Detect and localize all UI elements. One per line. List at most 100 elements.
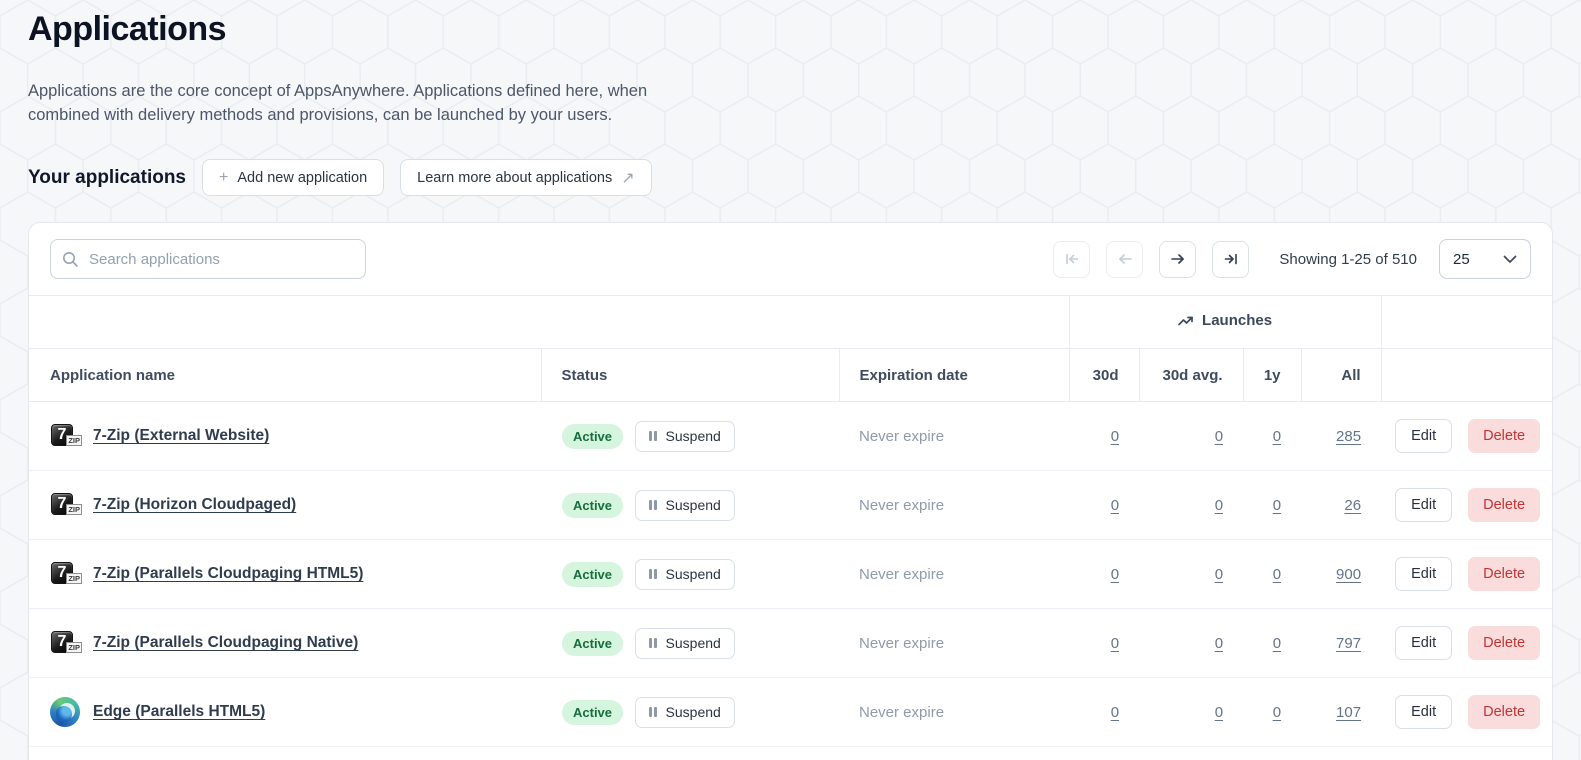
column-1y: 1y [1243, 349, 1301, 402]
column-expiration-date: Expiration date [839, 349, 1069, 402]
add-new-application-label: Add new application [237, 170, 367, 186]
delete-button[interactable]: Delete [1468, 695, 1540, 729]
application-name-link[interactable]: Edge (Parallels HTML5) [93, 703, 265, 721]
applications-table: Launches Application name Status Expirat… [29, 295, 1553, 760]
launches-30d-avg-link[interactable]: 0 [1215, 497, 1223, 514]
launches-30d-link[interactable]: 0 [1111, 566, 1119, 583]
suspend-button[interactable]: Suspend [635, 559, 735, 590]
chevron-down-icon [1503, 255, 1517, 264]
last-page-icon [1223, 251, 1239, 267]
page-size-value: 25 [1453, 251, 1470, 268]
status-badge: Active [562, 493, 623, 518]
next-page-button[interactable] [1159, 241, 1196, 278]
launches-1y-link[interactable]: 0 [1273, 428, 1281, 445]
search-input[interactable] [50, 239, 366, 279]
first-page-icon [1064, 251, 1080, 267]
launches-1y-link[interactable]: 0 [1273, 566, 1281, 583]
column-all: All [1301, 349, 1381, 402]
pagination: Showing 1-25 of 510 25 [1053, 239, 1531, 279]
section-title: Your applications [28, 167, 186, 189]
pause-icon [649, 707, 657, 717]
launches-all-link[interactable]: 797 [1336, 635, 1361, 652]
launches-30d-link[interactable]: 0 [1111, 635, 1119, 652]
edit-button[interactable]: Edit [1395, 488, 1452, 522]
pause-icon [649, 569, 657, 579]
launches-30d-avg-link[interactable]: 0 [1215, 704, 1223, 721]
launches-group-header: Launches [1178, 312, 1272, 329]
launches-all-link[interactable]: 107 [1336, 704, 1361, 721]
launches-30d-avg-link[interactable]: 0 [1215, 428, 1223, 445]
expiration-date: Never expire [839, 678, 1069, 747]
learn-more-button[interactable]: Learn more about applications ↗ [400, 159, 651, 196]
table-toolbar: Showing 1-25 of 510 25 [29, 223, 1552, 295]
launches-1y-link[interactable]: 0 [1273, 497, 1281, 514]
edit-button[interactable]: Edit [1395, 419, 1452, 453]
7zip-icon: 7 ZIP [50, 490, 80, 520]
pause-icon [649, 500, 657, 510]
plus-icon: + [219, 169, 228, 187]
last-page-button[interactable] [1212, 241, 1249, 278]
previous-page-icon [1117, 251, 1133, 267]
pause-icon [649, 638, 657, 648]
launches-30d-link[interactable]: 0 [1111, 428, 1119, 445]
learn-more-label: Learn more about applications [417, 170, 612, 186]
suspend-button[interactable]: Suspend [635, 628, 735, 659]
launches-30d-avg-link[interactable]: 0 [1215, 635, 1223, 652]
edit-button[interactable]: Edit [1395, 695, 1452, 729]
status-badge: Active [562, 562, 623, 587]
column-30d: 30d [1069, 349, 1139, 402]
launches-1y-link[interactable]: 0 [1273, 704, 1281, 721]
status-badge: Active [562, 424, 623, 449]
application-name-link[interactable]: 7-Zip (Parallels Cloudpaging HTML5) [93, 565, 363, 583]
launches-all-link[interactable]: 900 [1336, 566, 1361, 583]
pagination-status: Showing 1-25 of 510 [1279, 251, 1417, 268]
column-application-name: Application name [29, 349, 541, 402]
column-30d-avg: 30d avg. [1139, 349, 1243, 402]
7zip-icon: 7 ZIP [50, 628, 80, 658]
table-row-partial [29, 747, 1553, 760]
7zip-icon: 7 ZIP [50, 559, 80, 589]
application-name-link[interactable]: 7-Zip (External Website) [93, 427, 269, 445]
page-size-select[interactable]: 25 [1439, 239, 1531, 279]
column-status: Status [541, 349, 839, 402]
launches-30d-link[interactable]: 0 [1111, 497, 1119, 514]
search-icon [62, 251, 79, 268]
application-name-link[interactable]: 7-Zip (Horizon Cloudpaged) [93, 496, 296, 514]
table-row: 7 ZIP 7-Zip (External Website) Active Su… [29, 402, 1553, 471]
delete-button[interactable]: Delete [1468, 419, 1540, 453]
suspend-button[interactable]: Suspend [635, 421, 735, 452]
launches-trend-icon [1178, 315, 1194, 327]
delete-button[interactable]: Delete [1468, 557, 1540, 591]
launches-1y-link[interactable]: 0 [1273, 635, 1281, 652]
edge-icon [50, 697, 80, 727]
launches-30d-link[interactable]: 0 [1111, 704, 1119, 721]
search-wrap [50, 239, 366, 279]
launches-all-link[interactable]: 285 [1336, 428, 1361, 445]
section-toolbar: Your applications + Add new application … [28, 159, 1553, 196]
expiration-date: Never expire [839, 609, 1069, 678]
suspend-button[interactable]: Suspend [635, 697, 735, 728]
table-row: 7 ZIP 7-Zip (Parallels Cloudpaging HTML5… [29, 540, 1553, 609]
table-row: Edge (Parallels HTML5) Active Suspend Ne… [29, 678, 1553, 747]
suspend-button[interactable]: Suspend [635, 490, 735, 521]
column-header-row: Application name Status Expiration date … [29, 349, 1553, 402]
applications-panel: Showing 1-25 of 510 25 [28, 222, 1553, 760]
table-row: 7 ZIP 7-Zip (Horizon Cloudpaged) Active … [29, 471, 1553, 540]
applications-page: Applications Applications are the core c… [0, 0, 1581, 760]
status-badge: Active [562, 631, 623, 656]
page-description: Applications are the core concept of App… [28, 79, 678, 127]
edit-button[interactable]: Edit [1395, 557, 1452, 591]
first-page-button[interactable] [1053, 241, 1090, 278]
pause-icon [649, 431, 657, 441]
table-row: 7 ZIP 7-Zip (Parallels Cloudpaging Nativ… [29, 609, 1553, 678]
delete-button[interactable]: Delete [1468, 488, 1540, 522]
launches-group-header-row: Launches [29, 296, 1553, 349]
next-page-icon [1170, 251, 1186, 267]
launches-all-link[interactable]: 26 [1344, 497, 1361, 514]
application-name-link[interactable]: 7-Zip (Parallels Cloudpaging Native) [93, 634, 358, 652]
edit-button[interactable]: Edit [1395, 626, 1452, 660]
delete-button[interactable]: Delete [1468, 626, 1540, 660]
previous-page-button[interactable] [1106, 241, 1143, 278]
add-new-application-button[interactable]: + Add new application [202, 159, 384, 196]
launches-30d-avg-link[interactable]: 0 [1215, 566, 1223, 583]
